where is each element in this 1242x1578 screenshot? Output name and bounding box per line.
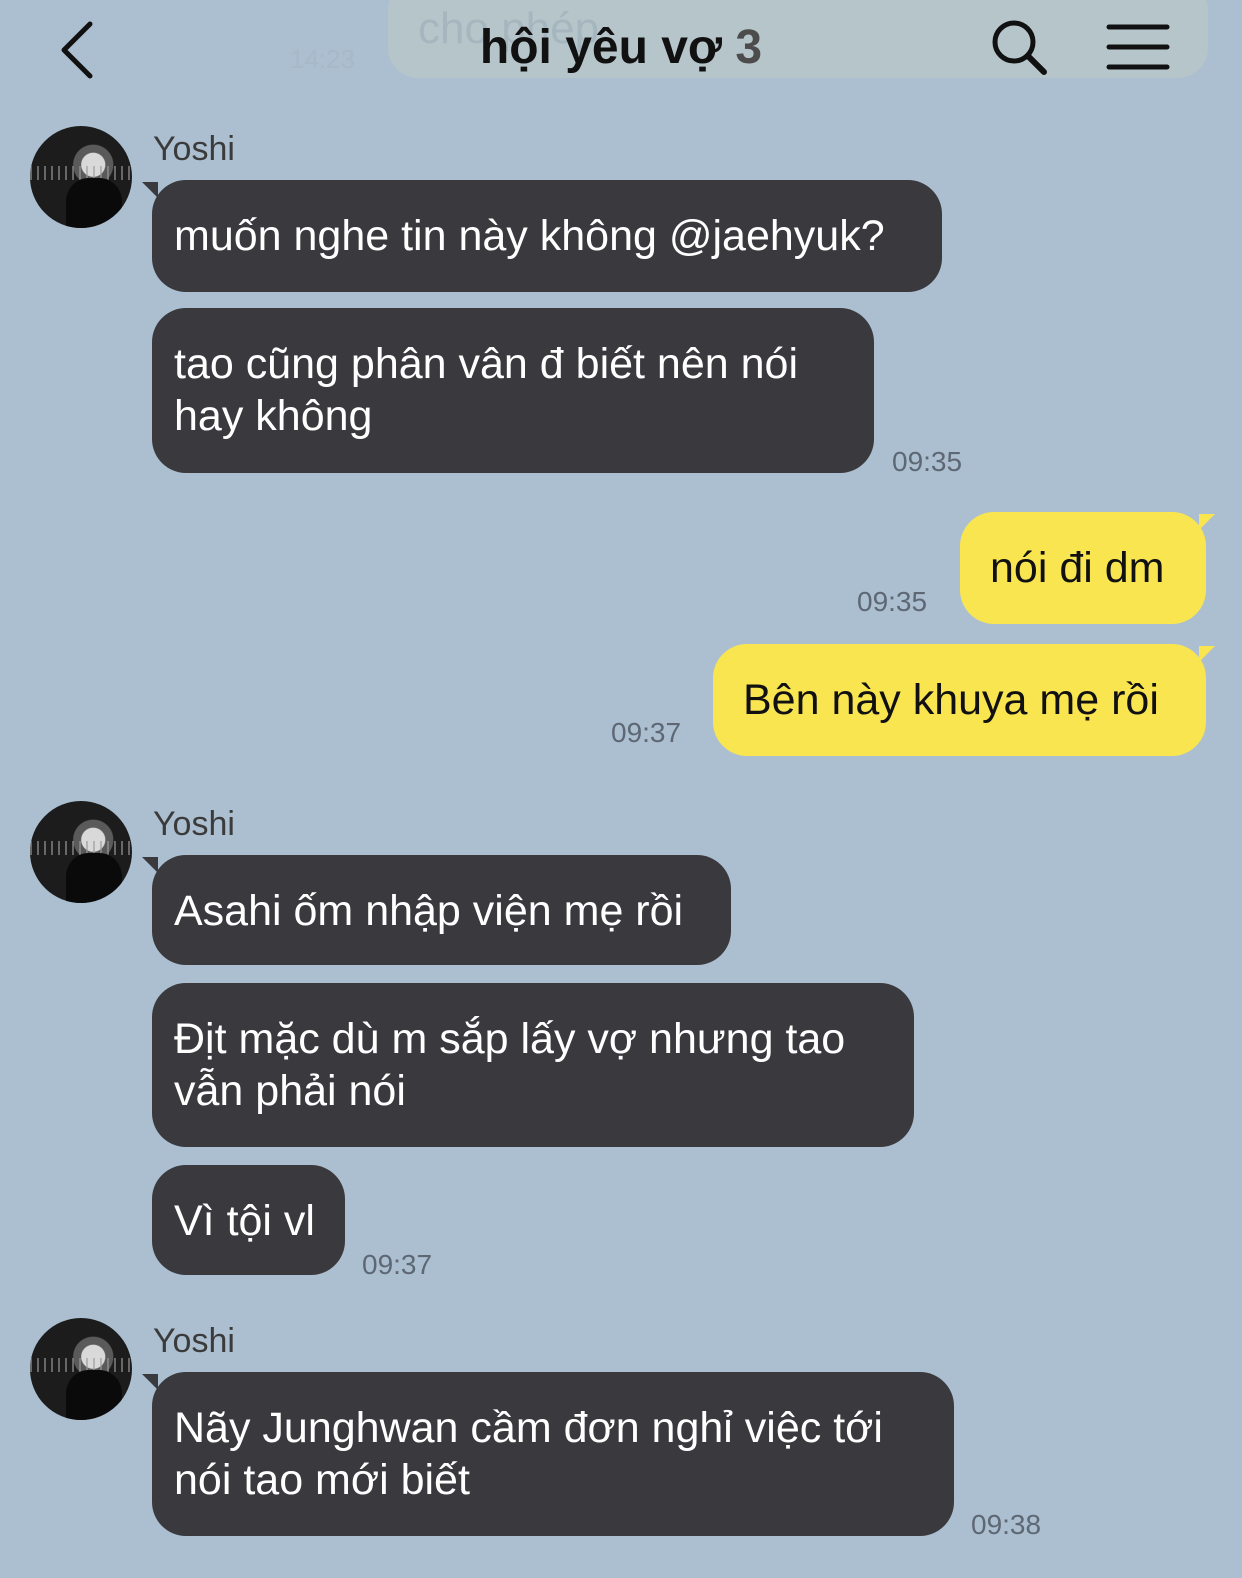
message-text: Nãy Junghwan cầm đơn nghỉ việc tới nói t… <box>174 1404 883 1504</box>
chat-name: hội yêu vợ <box>479 21 723 74</box>
search-icon <box>992 20 1047 75</box>
member-count: 3 <box>735 21 763 74</box>
avatar[interactable] <box>30 1318 132 1420</box>
message-text: muốn nghe tin này không @jaehyuk? <box>174 212 885 260</box>
chat-header: cho phép 14:23 hội yêu vợ 3 <box>0 0 1242 100</box>
message-bubble[interactable]: Vì tội vl <box>152 1165 345 1275</box>
message-bubble[interactable]: Địt mặc dù m sắp lấy vợ nhưng tao vẫn ph… <box>152 983 914 1147</box>
message-text: tao cũng phân vân đ biết nên nói hay khô… <box>174 340 799 440</box>
menu-button[interactable] <box>1106 22 1170 72</box>
message-bubble[interactable]: nói đi dm <box>960 512 1215 624</box>
message-text: Bên này khuya mẹ rồi <box>743 676 1159 724</box>
message-bubble[interactable]: Asahi ốm nhập viện mẹ rồi <box>142 855 731 965</box>
sender-name: Yoshi <box>153 130 235 168</box>
avatar[interactable] <box>30 801 132 903</box>
sender-name: Yoshi <box>153 805 235 843</box>
message-time: 09:35 <box>857 586 928 617</box>
sender-name: Yoshi <box>153 1322 235 1360</box>
message-time: 09:37 <box>362 1249 433 1280</box>
message-time: 09:37 <box>611 717 682 748</box>
message-bubble[interactable]: Nãy Junghwan cầm đơn nghỉ việc tới nói t… <box>142 1372 954 1536</box>
message-text: Asahi ốm nhập viện mẹ rồi <box>174 887 684 935</box>
message-bubble[interactable]: tao cũng phân vân đ biết nên nói hay khô… <box>152 308 874 473</box>
search-button[interactable] <box>990 18 1050 78</box>
hamburger-menu-icon <box>1106 24 1170 70</box>
message-text: Vì tội vl <box>174 1197 315 1245</box>
chat-title: hội yêu vợ 3 <box>0 20 1242 75</box>
avatar[interactable] <box>30 126 132 228</box>
message-bubble[interactable]: muốn nghe tin này không @jaehyuk? <box>142 180 942 292</box>
message-text: Địt mặc dù m sắp lấy vợ nhưng tao vẫn ph… <box>174 1015 846 1115</box>
message-bubble[interactable]: Bên này khuya mẹ rồi <box>713 644 1215 756</box>
message-time: 09:38 <box>971 1509 1042 1540</box>
message-time: 09:35 <box>892 446 963 477</box>
message-text: nói đi dm <box>990 544 1165 592</box>
